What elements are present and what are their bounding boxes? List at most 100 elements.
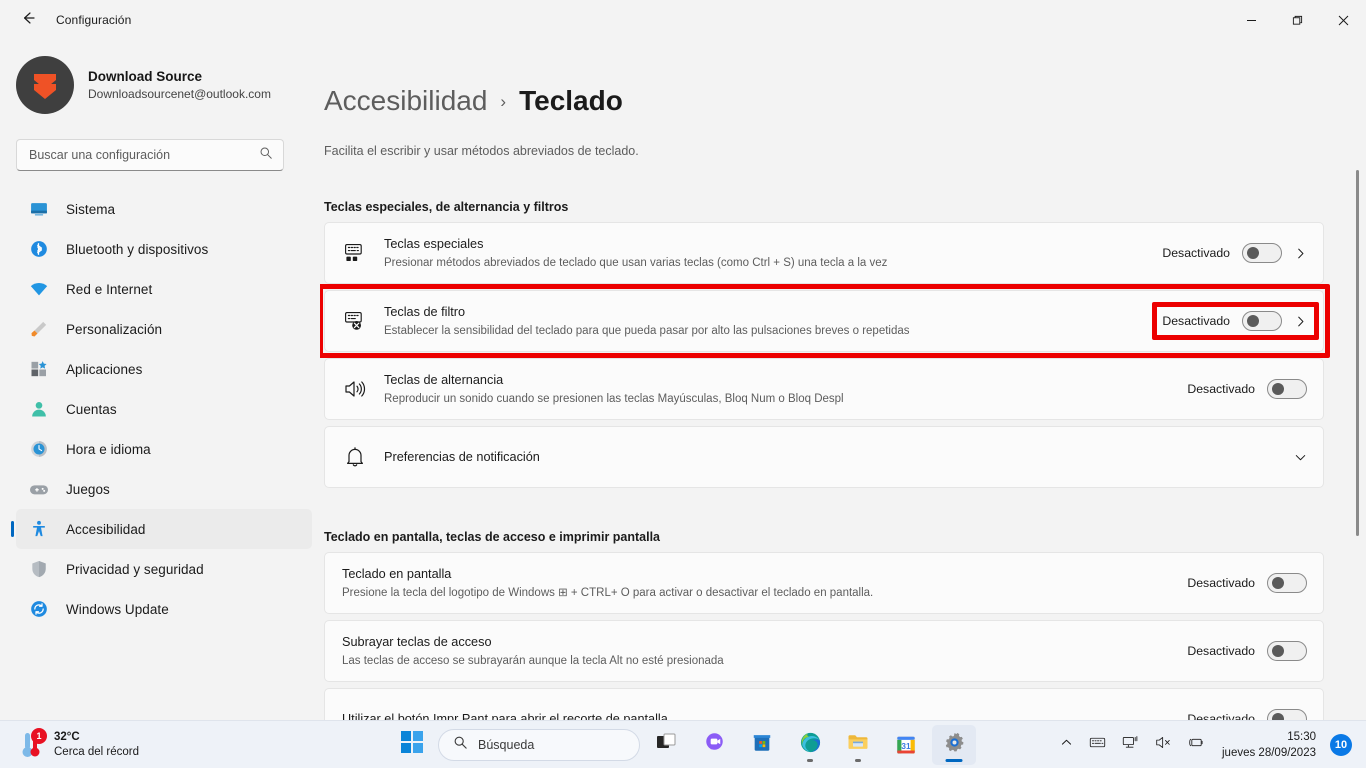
weather-text: 32°C Cerca del récord (54, 730, 139, 760)
toggle-switch[interactable] (1242, 243, 1282, 263)
taskbar-app-task-view[interactable] (644, 725, 688, 765)
toggle-switch[interactable] (1267, 379, 1307, 399)
chevron-right-icon[interactable] (1294, 247, 1307, 260)
sidebar-item-label: Hora e idioma (66, 441, 151, 457)
content-inner: Accesibilidad › Teclado Facilita el escr… (324, 40, 1366, 720)
taskbar-clock[interactable]: 15:30 jueves 28/09/2023 (1214, 725, 1326, 765)
taskbar-search-box[interactable]: Búsqueda (438, 728, 640, 761)
setting-row-title: Preferencias de notificación (384, 449, 540, 464)
tray-ime-button[interactable] (1082, 725, 1113, 765)
chevron-up-icon (1060, 736, 1073, 754)
setting-row-controls: Desactivado (1162, 311, 1307, 331)
page-description: Facilita el escribir y usar métodos abre… (324, 144, 639, 158)
battery-charging-icon (1188, 734, 1205, 756)
sidebar-item-bluetooth-y-dispositivos[interactable]: Bluetooth y dispositivos (16, 229, 312, 269)
sidebar-item-hora-e-idioma[interactable]: Hora e idioma (16, 429, 312, 469)
sidebar-item-red-e-internet[interactable]: Red e Internet (16, 269, 312, 309)
setting-row-subtitle: Presionar métodos abreviados de teclado … (384, 256, 888, 269)
setting-row-title: Utilizar el botón Impr Pant para abrir e… (342, 711, 668, 721)
tray-overflow-button[interactable] (1053, 725, 1080, 765)
start-button[interactable] (390, 725, 434, 765)
calendar-icon: 31 (895, 734, 917, 756)
tray-battery-button[interactable] (1181, 725, 1212, 765)
title-bar: Configuración (0, 0, 1366, 40)
sidebar-item-accesibilidad[interactable]: Accesibilidad (16, 509, 312, 549)
tray-network-button[interactable] (1115, 725, 1146, 765)
tray-volume-button[interactable] (1148, 725, 1179, 765)
weather-badge: 1 (31, 727, 47, 744)
content-area: Accesibilidad › Teclado Facilita el escr… (320, 40, 1366, 720)
toggle-switch[interactable] (1267, 641, 1307, 661)
taskbar-app-chat[interactable] (692, 725, 736, 765)
account-block[interactable]: Download Source Downloadsourcenet@outloo… (16, 56, 320, 114)
setting-row-filter-keys[interactable]: Teclas de filtro Establecer la sensibilid… (324, 290, 1324, 352)
search-input[interactable] (29, 148, 259, 162)
settings-window-root: Configuración Download Source Downloadso… (0, 0, 1366, 768)
taskbar-app-microsoft-edge[interactable] (788, 725, 832, 765)
bell-icon (342, 445, 368, 469)
sidebar-item-juegos[interactable]: Juegos (16, 469, 312, 509)
setting-row-controls: Desactivado (1187, 573, 1307, 593)
setting-row-sticky-keys[interactable]: Teclas especiales Presionar métodos abrev… (324, 222, 1324, 284)
network-icon (1122, 734, 1139, 756)
toggle-switch[interactable] (1267, 573, 1307, 593)
taskbar-app-microsoft-store[interactable] (740, 725, 784, 765)
running-indicator (807, 758, 813, 762)
volume-muted-icon (1155, 734, 1172, 756)
toggle-switch[interactable] (1242, 311, 1282, 331)
toggle-knob (1272, 383, 1284, 395)
window-title: Configuración (56, 13, 132, 27)
toggle-knob (1272, 645, 1284, 657)
back-arrow-icon (20, 10, 36, 31)
setting-row-subtitle: Establecer la sensibilidad del teclado p… (384, 324, 910, 337)
sidebar-item-label: Bluetooth y dispositivos (66, 241, 209, 257)
search-icon (453, 735, 468, 755)
close-button[interactable] (1320, 0, 1366, 40)
toggle-state-label: Desactivado (1187, 644, 1255, 658)
sidebar-item-cuentas[interactable]: Cuentas (16, 389, 312, 429)
setting-row-title: Teclado en pantalla (342, 566, 452, 581)
settings-search-box[interactable] (16, 139, 284, 171)
setting-row-toggle-keys[interactable]: Teclas de alternancia Reproducir un sonid… (324, 358, 1324, 420)
sidebar-item-label: Cuentas (66, 401, 117, 417)
scrollbar-thumb[interactable] (1356, 170, 1359, 536)
back-button[interactable] (8, 4, 48, 36)
minimize-button[interactable] (1228, 0, 1274, 40)
setting-row-title: Teclas de filtro (384, 304, 466, 319)
breadcrumb: Accesibilidad › Teclado (324, 84, 1324, 122)
taskbar: 1 32°C Cerca del récord Búsqueda 31 15:3… (0, 720, 1366, 768)
taskbar-app-file-explorer[interactable] (836, 725, 880, 765)
section-title: Teclas especiales, de alternancia y filt… (324, 200, 569, 214)
taskbar-app-settings[interactable] (932, 724, 976, 765)
active-indicator (945, 758, 963, 762)
chevron-right-icon[interactable] (1294, 315, 1307, 328)
sidebar-item-privacidad-y-seguridad[interactable]: Privacidad y seguridad (16, 549, 312, 589)
sidebar-item-windows-update[interactable]: Windows Update (16, 589, 312, 629)
chevron-down-icon[interactable] (1294, 451, 1307, 464)
sidebar-item-aplicaciones[interactable]: Aplicaciones (16, 349, 312, 389)
setting-row-underline-access-keys[interactable]: Subrayar teclas de acceso Las teclas de a… (324, 620, 1324, 682)
sidebar-item-personalizaci-n[interactable]: Personalización (16, 309, 312, 349)
weather-widget[interactable]: 1 32°C Cerca del récord (12, 725, 149, 765)
windows-start-icon (401, 731, 423, 758)
clock-date: jueves 28/09/2023 (1222, 746, 1316, 759)
accessibility-icon (28, 518, 50, 540)
weather-temperature: 32°C (54, 730, 80, 743)
setting-row-notification-preferences[interactable]: Preferencias de notificación (324, 426, 1324, 488)
bluetooth-icon (28, 238, 50, 260)
content-scrollbar[interactable] (1354, 96, 1362, 720)
setting-row-on-screen-keyboard[interactable]: Teclado en pantalla Presione la tecla del… (324, 552, 1324, 614)
taskbar-app-calendar[interactable]: 31 (884, 725, 928, 765)
sidebar-nav: Sistema Bluetooth y dispositivos Red e Int… (0, 189, 320, 629)
toggle-switch[interactable] (1267, 709, 1307, 720)
restore-button[interactable] (1274, 0, 1320, 40)
setting-row-print-screen-snip[interactable]: Utilizar el botón Impr Pant para abrir e… (324, 688, 1324, 720)
sidebar-item-sistema[interactable]: Sistema (16, 189, 312, 229)
window-body: Download Source Downloadsourcenet@outloo… (0, 40, 1366, 720)
section-title: Teclado en pantalla, teclas de acceso e … (324, 530, 661, 544)
notification-badge[interactable]: 10 (1330, 733, 1352, 756)
clock-time: 15:30 (1287, 730, 1316, 743)
setting-row-texts: Teclas de filtro Establecer la sensibilid… (384, 304, 1162, 339)
breadcrumb-parent[interactable]: Accesibilidad (324, 84, 487, 118)
folder-icon (846, 730, 870, 759)
